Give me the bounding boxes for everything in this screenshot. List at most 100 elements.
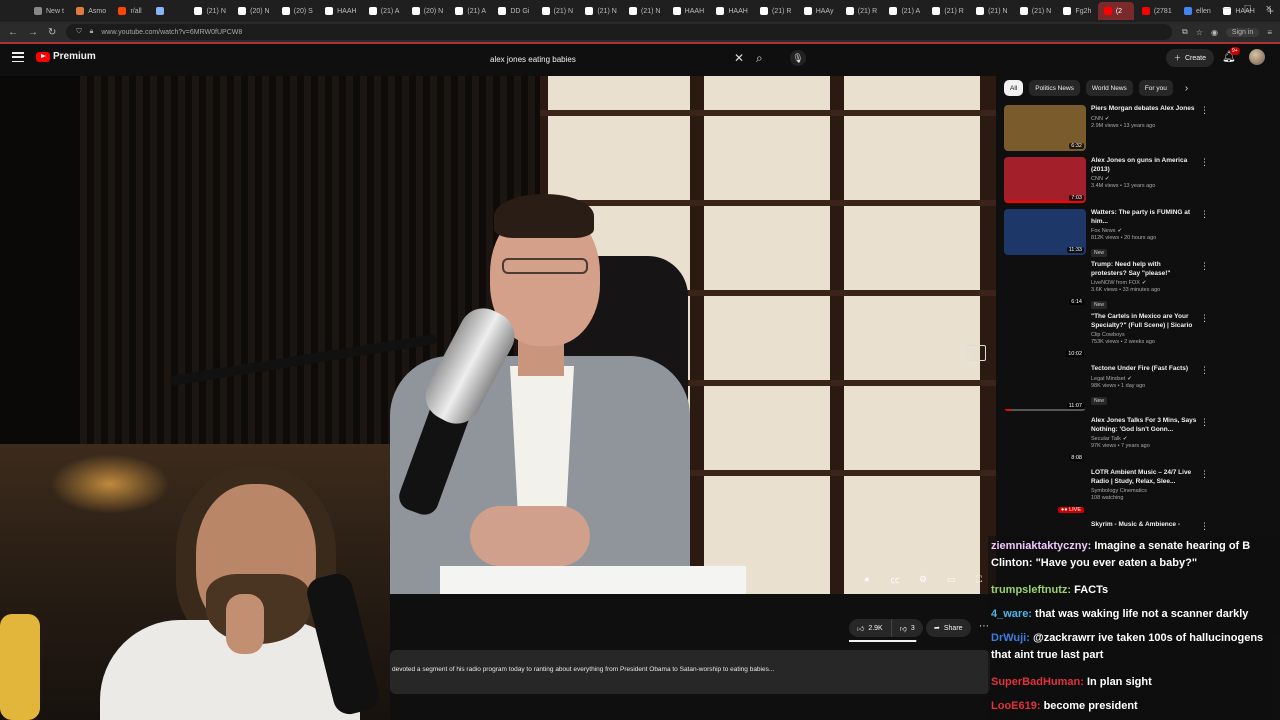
- browser-tab[interactable]: (20) N: [232, 2, 274, 20]
- video-thumbnail[interactable]: 10:02: [1004, 313, 1086, 359]
- more-options-icon[interactable]: ⋮: [1200, 417, 1209, 428]
- browser-tab[interactable]: HAAH: [667, 2, 709, 20]
- video-title[interactable]: Alex Jones Talks For 3 Mins, Says Nothin…: [1091, 417, 1197, 434]
- video-thumbnail[interactable]: 8:08: [1004, 417, 1086, 463]
- create-button[interactable]: ＋ Create: [1166, 49, 1215, 67]
- video-thumbnail[interactable]: ●● LIVE: [1004, 469, 1086, 515]
- back-icon[interactable]: ←: [8, 27, 18, 38]
- browser-tab[interactable]: New t: [28, 2, 68, 20]
- miniplayer-icon[interactable]: ▭: [944, 572, 958, 586]
- subtitles-icon[interactable]: ㏄: [888, 572, 902, 586]
- browser-tab[interactable]: (2: [1097, 2, 1134, 20]
- browser-tab[interactable]: (21) N: [1014, 2, 1056, 20]
- chip-world-news[interactable]: World News: [1085, 80, 1133, 96]
- browser-tab[interactable]: HAAy: [798, 2, 838, 20]
- autoplay-toggle-icon[interactable]: ●: [860, 572, 874, 586]
- reload-icon[interactable]: ↻: [48, 27, 56, 38]
- browser-tab[interactable]: HAAH: [319, 2, 361, 20]
- channel-name[interactable]: Clip Cowboys: [1091, 332, 1197, 338]
- minimize-icon[interactable]: —: [1222, 4, 1230, 13]
- video-title[interactable]: Skyrim - Music & Ambience -: [1091, 521, 1197, 530]
- more-options-icon[interactable]: ⋮: [1200, 313, 1209, 324]
- browser-tab[interactable]: ellen: [1178, 2, 1215, 20]
- recommendation-item[interactable]: 11:07 Tectone Under Fire (Fast Facts) Lega…: [1004, 365, 1214, 413]
- video-title[interactable]: "The Cartels in Mexico are Your Specialt…: [1091, 313, 1197, 330]
- video-title[interactable]: Tectone Under Fire (Fast Facts): [1091, 365, 1197, 374]
- picture-in-picture-icon[interactable]: ⧉: [966, 345, 986, 361]
- more-options-icon[interactable]: ⋮: [1200, 521, 1209, 532]
- browser-menu-icon[interactable]: ≡: [1267, 28, 1272, 37]
- browser-tab[interactable]: (20) S: [276, 2, 317, 20]
- chevron-right-icon[interactable]: ›: [1185, 83, 1188, 94]
- settings-gear-icon[interactable]: ⚙: [916, 572, 930, 586]
- channel-name[interactable]: CNN ✔: [1091, 116, 1197, 122]
- video-thumbnail[interactable]: 6:32: [1004, 105, 1086, 151]
- chip-all[interactable]: All: [1004, 80, 1024, 96]
- chat-username[interactable]: 4_ware:: [991, 608, 1032, 620]
- close-window-icon[interactable]: ✕: [1265, 4, 1272, 13]
- recommendation-item[interactable]: 8:08 Alex Jones Talks For 3 Mins, Says No…: [1004, 417, 1214, 465]
- channel-name[interactable]: Secular Talk ✔: [1091, 436, 1197, 442]
- microphone-icon[interactable]: 🎙︎: [790, 50, 806, 66]
- browser-tab[interactable]: (2781: [1136, 2, 1176, 20]
- more-options-icon[interactable]: ⋮: [1200, 365, 1209, 376]
- video-title[interactable]: Alex Jones on guns in America (2013): [1091, 157, 1197, 174]
- browser-tab[interactable]: (21) R: [926, 2, 968, 20]
- video-title[interactable]: Piers Morgan debates Alex Jones: [1091, 105, 1197, 114]
- account-avatar[interactable]: [1249, 49, 1265, 65]
- browser-tab[interactable]: (21) R: [754, 2, 796, 20]
- browser-tab[interactable]: (21) N: [188, 2, 230, 20]
- more-options-icon[interactable]: ⋮: [1200, 157, 1209, 168]
- like-button[interactable]: 👍︎ 2.9K: [849, 619, 891, 637]
- browser-tab[interactable]: (21) N: [579, 2, 621, 20]
- chat-username[interactable]: LooE619:: [991, 700, 1041, 712]
- video-title[interactable]: LOTR Ambient Music – 24/7 Live Radio | S…: [1091, 469, 1197, 486]
- forward-icon[interactable]: →: [28, 27, 38, 38]
- channel-name[interactable]: Fox News ✔: [1091, 228, 1197, 234]
- extensions-icon[interactable]: ⧉: [1182, 27, 1188, 37]
- recommendation-item[interactable]: 10:02 "The Cartels in Mexico are Your Spe…: [1004, 313, 1214, 361]
- browser-tab[interactable]: (21) A: [449, 2, 490, 20]
- browser-tab[interactable]: HAAH: [710, 2, 752, 20]
- recommendation-item[interactable]: 11:33 Watters: The party is FUMING at him…: [1004, 209, 1214, 257]
- video-title[interactable]: Watters: The party is FUMING at him...: [1091, 209, 1197, 226]
- video-title[interactable]: Trump: Need help with protesters? Say "p…: [1091, 261, 1197, 278]
- browser-tab[interactable]: r/all: [112, 2, 148, 20]
- chat-username[interactable]: trumpsleftnutz:: [991, 584, 1071, 596]
- menu-icon[interactable]: [12, 52, 24, 62]
- sign-in-button[interactable]: Sign in: [1225, 27, 1260, 37]
- more-options-icon[interactable]: ⋮: [1200, 105, 1209, 116]
- recommendation-item[interactable]: 6:32 Piers Morgan debates Alex Jones CNN ✔ 2…: [1004, 105, 1214, 153]
- browser-tab[interactable]: [150, 2, 186, 20]
- channel-name[interactable]: LiveNOW from FOX ✔: [1091, 280, 1197, 286]
- more-options-icon[interactable]: ⋮: [1200, 469, 1209, 480]
- browser-tab[interactable]: Fg2h: [1057, 2, 1095, 20]
- browser-tab[interactable]: Asmo: [70, 2, 110, 20]
- browser-tab[interactable]: (21) N: [970, 2, 1012, 20]
- browser-tab[interactable]: (21) A: [363, 2, 404, 20]
- youtube-logo[interactable]: Premium: [36, 51, 96, 62]
- clear-search-icon[interactable]: ✕: [734, 51, 744, 65]
- recommendation-item[interactable]: ●● LIVE LOTR Ambient Music – 24/7 Live Ra…: [1004, 469, 1214, 517]
- search-input[interactable]: alex jones eating babies: [490, 55, 576, 64]
- dislike-button[interactable]: 👎︎ 3: [890, 619, 923, 637]
- recommendation-item[interactable]: 7:03 Alex Jones on guns in America (2013)…: [1004, 157, 1214, 205]
- video-thumbnail[interactable]: 11:07: [1004, 365, 1086, 411]
- video-thumbnail[interactable]: 11:33: [1004, 209, 1086, 255]
- search-icon[interactable]: ⌕: [756, 51, 763, 66]
- video-thumbnail[interactable]: 7:03: [1004, 157, 1086, 203]
- chat-username[interactable]: SuperBadHuman:: [991, 676, 1084, 688]
- browser-tab[interactable]: (21) N: [536, 2, 578, 20]
- url-field[interactable]: ⛉ 🔒︎ www.youtube.com/watch?v=6MRW0fUPCW8: [66, 24, 1173, 40]
- browser-tab[interactable]: (21) N: [623, 2, 665, 20]
- recommendation-item[interactable]: 6:14 Trump: Need help with protesters? Sa…: [1004, 261, 1214, 309]
- channel-name[interactable]: CNN ✔: [1091, 176, 1197, 182]
- channel-name[interactable]: Legal Mindset ✔: [1091, 376, 1197, 382]
- maximize-icon[interactable]: ☐: [1244, 4, 1251, 13]
- browser-tab[interactable]: (21) A: [883, 2, 924, 20]
- profile-icon[interactable]: ◉: [1211, 28, 1218, 37]
- browser-tab[interactable]: DD Gi: [492, 2, 533, 20]
- more-options-icon[interactable]: ⋮: [1200, 209, 1209, 220]
- video-thumbnail[interactable]: 6:14: [1004, 261, 1086, 307]
- chip-politics-news[interactable]: Politics News: [1029, 80, 1080, 96]
